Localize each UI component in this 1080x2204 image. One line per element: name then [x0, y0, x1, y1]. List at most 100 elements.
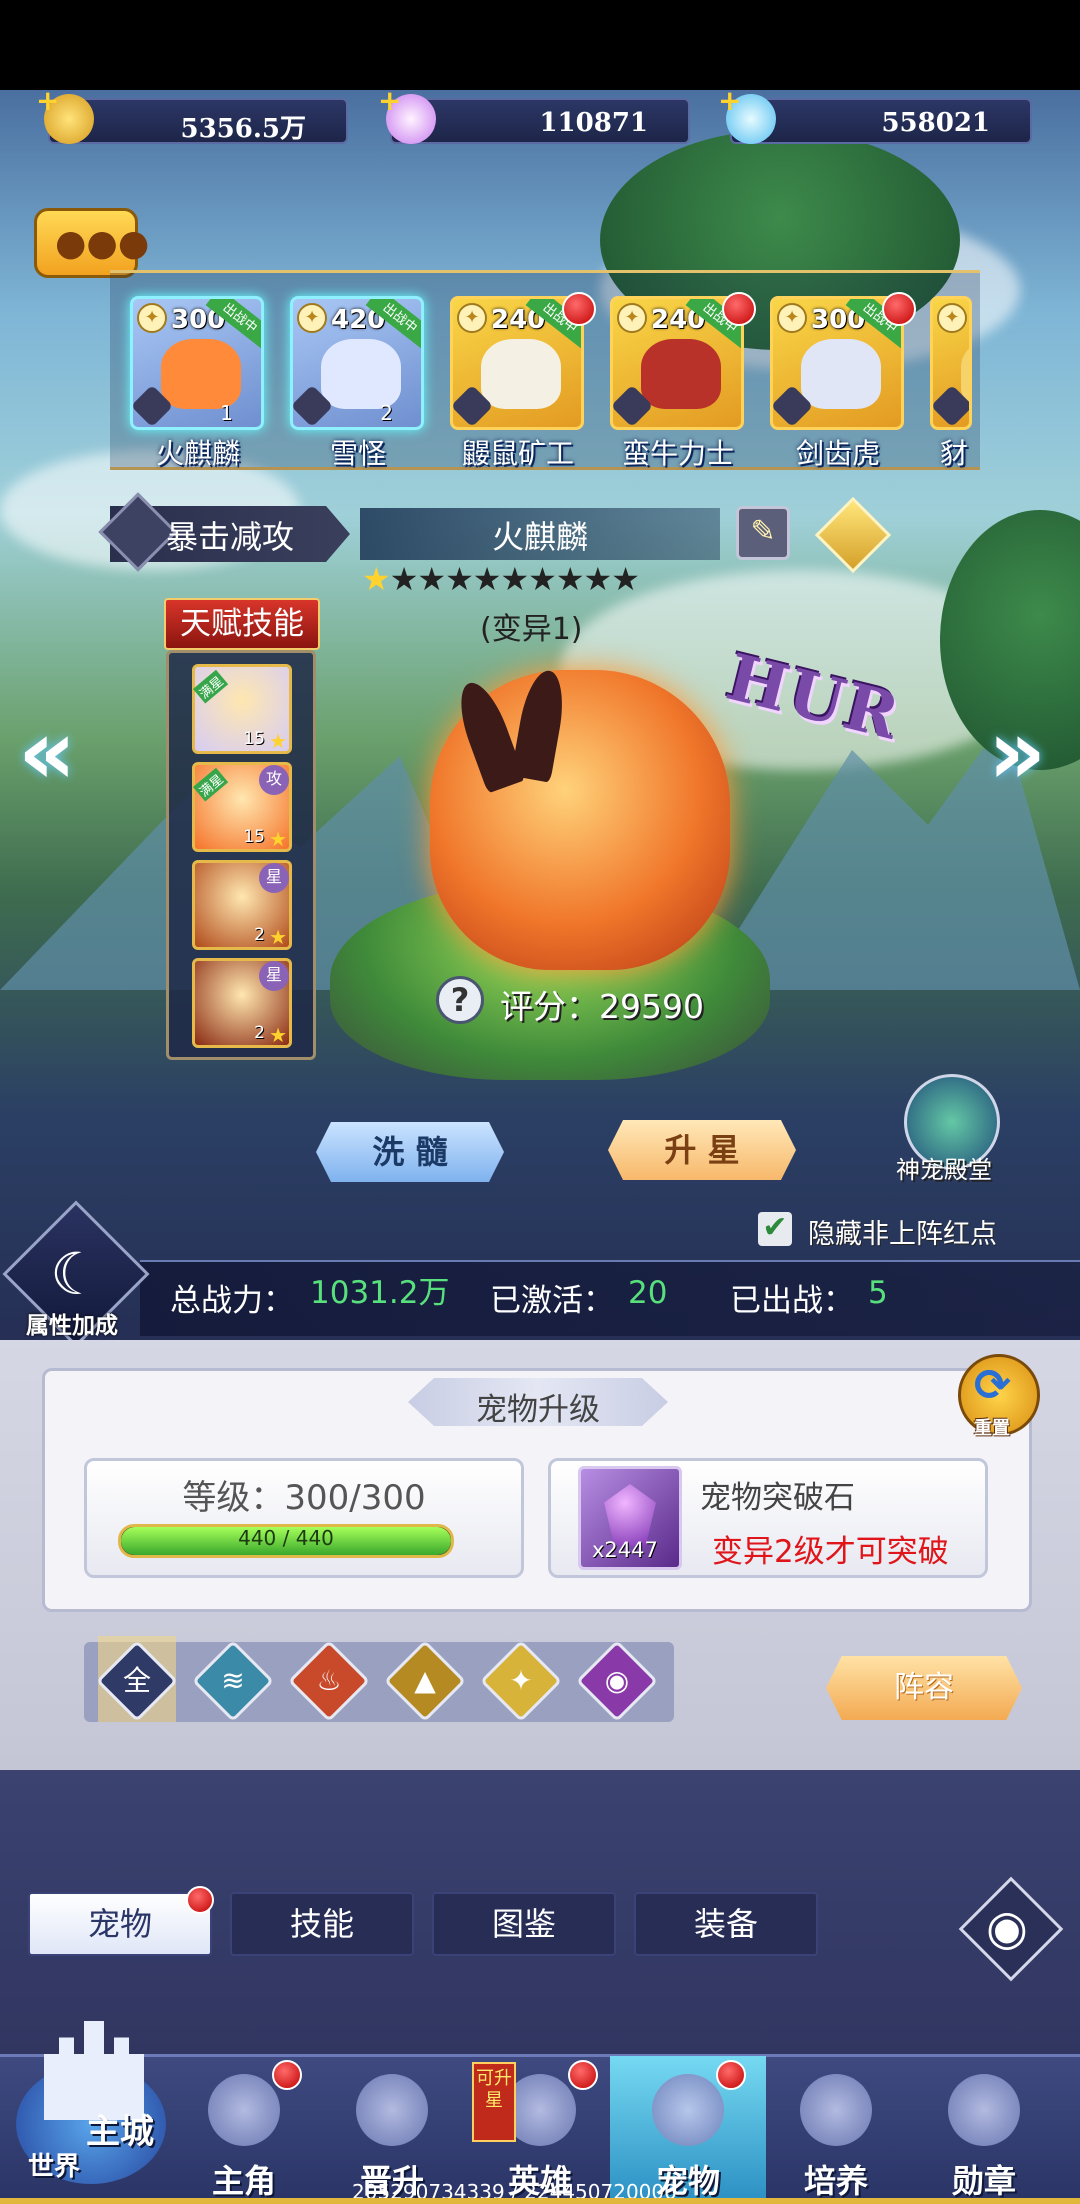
- star-icon: ★: [362, 560, 391, 598]
- nav-training[interactable]: 培养: [762, 2068, 910, 2200]
- skill-level: 15: [243, 827, 265, 847]
- gold-currency[interactable]: + 5356.5万: [36, 84, 348, 144]
- help-icon[interactable]: ?: [436, 976, 484, 1024]
- pet-portrait: [161, 339, 241, 409]
- eye-compass-icon: ◉: [986, 1900, 1028, 1956]
- world-label: 世界: [28, 2152, 81, 2182]
- add-diamond-icon[interactable]: +: [718, 84, 741, 117]
- nav-label: 培养: [803, 2162, 868, 2200]
- nav-pet[interactable]: 宠物: [614, 2068, 762, 2200]
- element-badge-icon: ✦: [297, 303, 327, 333]
- previous-pet-arrow-icon[interactable]: «: [18, 700, 76, 805]
- main-city-label: 主城: [86, 2112, 154, 2152]
- gem-value: 110871: [539, 108, 648, 138]
- star-icon: ★: [269, 729, 287, 753]
- pet-name-label: 雪怪: [329, 437, 386, 470]
- gold-value: 5356.5万: [180, 114, 306, 144]
- medal-icon: [948, 2074, 1020, 2146]
- filter-glyph: ▲: [414, 1664, 436, 1697]
- tab-pet[interactable]: 宠物: [28, 1892, 212, 1956]
- star-icon: ★: [417, 560, 446, 598]
- pet-icon: [652, 2074, 724, 2146]
- breakthrough-tip: 变异2级才可突破: [712, 1534, 949, 1570]
- stone-name: 宠物突破石: [700, 1480, 855, 1516]
- tab-equipment[interactable]: 装备: [634, 1892, 818, 1956]
- hide-red-dots-checkbox[interactable]: ✔: [758, 1212, 792, 1246]
- pet-hall-label: 神宠殿堂: [896, 1156, 992, 1184]
- pet-portrait: [321, 339, 401, 409]
- total-power-label: 总战力：: [170, 1283, 294, 1319]
- skill-type-badge: 星: [259, 863, 289, 893]
- add-gold-icon[interactable]: +: [36, 84, 59, 117]
- wash-button[interactable]: 洗 髓: [316, 1122, 504, 1182]
- star-up-button[interactable]: 升 星: [608, 1120, 796, 1180]
- rename-quill-icon[interactable]: ✎: [736, 506, 790, 560]
- talent-skill-slot[interactable]: 满星 15 ★: [192, 664, 292, 754]
- talent-skill-slot[interactable]: 星 2 ★: [192, 860, 292, 950]
- talent-skill-slot[interactable]: 星 2 ★: [192, 958, 292, 1048]
- ellipsis-icon: ●●●: [55, 223, 150, 264]
- element-badge-icon: ✦: [777, 303, 807, 333]
- star-icon: ★: [500, 560, 529, 598]
- gem-currency[interactable]: + 110871: [378, 84, 690, 144]
- tab-codex[interactable]: 图鉴: [432, 1892, 616, 1956]
- pet-portrait: [481, 339, 561, 409]
- nav-medal[interactable]: 勋章: [910, 2068, 1058, 2200]
- activated-label: 已激活：: [490, 1283, 614, 1319]
- max-star-tag: 满星: [193, 669, 229, 704]
- pet-upgrade-title: 宠物升级: [476, 1392, 600, 1428]
- chat-bubble-icon[interactable]: ●●●: [34, 208, 149, 278]
- hide-red-dots-label: 隐藏非上阵红点: [808, 1219, 997, 1250]
- filter-glyph: ✦: [509, 1664, 533, 1697]
- pet-portrait: [801, 339, 881, 409]
- activated-value: 20: [628, 1275, 668, 1311]
- add-gem-icon[interactable]: +: [378, 84, 401, 117]
- status-bar: [0, 0, 1080, 90]
- nav-label: 主角: [211, 2162, 276, 2200]
- star-icon: ★: [583, 560, 613, 598]
- element-badge-icon: ✦: [617, 303, 647, 333]
- stone-count: x2447: [592, 1538, 658, 1562]
- deployed-value: 5: [868, 1275, 888, 1311]
- pet-count: 2: [380, 401, 393, 425]
- filter-glyph: ◉: [604, 1664, 630, 1697]
- variant-label: (变异1): [480, 612, 583, 647]
- star-rating: ★★★★★★★★★★: [362, 560, 640, 598]
- nav-promotion[interactable]: 晋升: [318, 2068, 466, 2200]
- filter-glyph: ≋: [221, 1664, 245, 1697]
- next-pet-arrow-icon[interactable]: »: [988, 700, 1046, 805]
- pet-portrait: [641, 339, 721, 409]
- star-icon: ★: [389, 560, 419, 598]
- pet-name-label: 鼹鼠矿工: [461, 437, 574, 470]
- star-icon: ★: [269, 827, 287, 851]
- deployed-label: 已出战：: [730, 1283, 854, 1319]
- promotion-icon: [356, 2074, 428, 2146]
- reset-label: 重置: [974, 1418, 1010, 1439]
- skill-type-badge: 星: [259, 961, 289, 991]
- star-icon: ★: [555, 560, 585, 598]
- pet-name-label: 剑齿虎: [795, 437, 880, 470]
- skill-level: 2: [254, 925, 265, 945]
- talent-skill-slot[interactable]: 满星攻 15 ★: [192, 762, 292, 852]
- red-dot-icon: [562, 292, 596, 326]
- lineup-button[interactable]: 阵容: [826, 1656, 1022, 1720]
- skill-type-badge: 攻: [259, 765, 289, 795]
- diamond-currency[interactable]: + 558021: [718, 84, 1032, 144]
- nav-hero[interactable]: 主角: [170, 2068, 318, 2200]
- pet-score: 评分：29590: [500, 987, 704, 1026]
- pet-card[interactable]: ✦ 420 出战中 2: [290, 296, 424, 430]
- pet-name-label: 豺: [940, 437, 969, 470]
- moon-star-icon: ☾: [50, 1240, 102, 1308]
- refresh-icon: ⟳: [974, 1360, 1011, 1411]
- star-icon: ★: [269, 925, 287, 949]
- pet-name-label: 火麒麟: [155, 437, 240, 470]
- element-badge-icon: ✦: [137, 303, 167, 333]
- tab-skill[interactable]: 技能: [230, 1892, 414, 1956]
- element-badge-icon: ✦: [457, 303, 487, 333]
- attribute-label: 暴击减攻: [166, 518, 295, 556]
- pet-card[interactable]: ✦: [930, 296, 972, 430]
- pet-card[interactable]: ✦ 300 出战中 1: [130, 296, 264, 430]
- star-icon: ★: [472, 560, 502, 598]
- star-icon: ★: [269, 1023, 287, 1047]
- can-upstar-tag: 可升星: [472, 2062, 516, 2142]
